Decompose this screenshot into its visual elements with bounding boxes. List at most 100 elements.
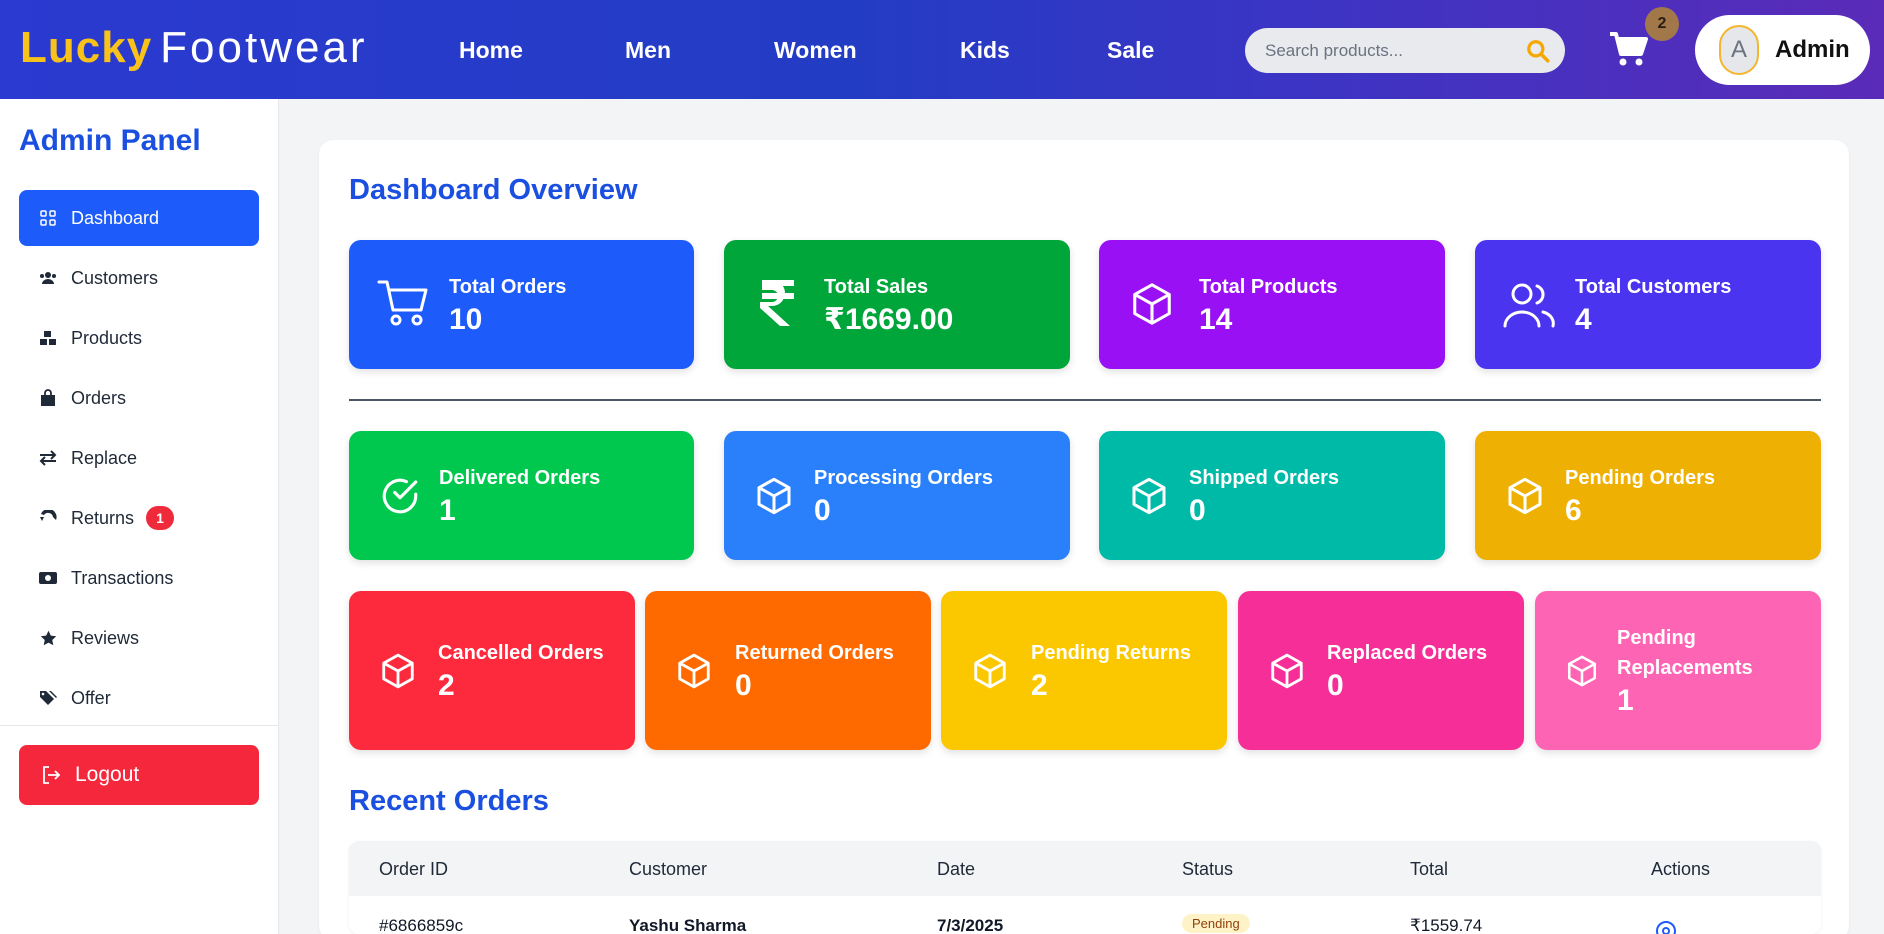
sidebar-item-returns[interactable]: Returns 1 [19,490,259,546]
sidebar-item-customers[interactable]: Customers [19,250,259,306]
recent-orders-title: Recent Orders [349,785,549,817]
sidebar-item-label: Dashboard [71,207,160,228]
sidebar-item-orders[interactable]: Orders [19,370,259,426]
nav-home[interactable]: Home [459,37,523,64]
sidebar-item-replace[interactable]: Replace [19,430,259,486]
sidebar-item-offer[interactable]: Offer [19,670,259,726]
sidebar-item-dashboard[interactable]: Dashboard [19,190,259,246]
column-header[interactable]: Status [1182,859,1233,880]
brand-word-footwear: Footwear [160,23,368,72]
sidebar-item-label: Products [71,327,143,348]
return-icon [39,509,57,527]
brand-logo[interactable]: Lucky Footwear [20,26,368,70]
nav-kids[interactable]: Kids [960,37,1010,64]
box-icon [1505,475,1545,517]
stat-label: Total Orders [449,276,567,298]
stat-card-returned-orders[interactable]: Returned Orders 0 [645,591,931,750]
logout-icon [41,765,61,785]
page-title: Dashboard Overview [349,174,638,206]
tags-icon [39,689,57,707]
stat-label: Total Products [1199,276,1338,298]
sidebar-item-reviews[interactable]: Reviews [19,610,259,666]
stat-label: Returned Orders [735,642,894,664]
column-header[interactable]: Total [1410,859,1448,880]
status-badge: Pending [1182,914,1250,933]
stat-label: Total Sales [824,276,929,298]
stat-card-pending-returns[interactable]: Pending Returns 2 [941,591,1227,750]
logout-label: Logout [75,763,140,786]
stat-card-replaced-orders[interactable]: Replaced Orders 0 [1238,591,1524,750]
column-header[interactable]: Actions [1651,859,1710,880]
stat-value: 14 [1199,303,1233,336]
stat-value: 6 [1565,494,1582,527]
sidebar-item-label: Replace [71,447,138,468]
total-cell: ₹1559.74 [1410,916,1483,934]
column-header[interactable]: Order ID [379,859,448,880]
check-circle-icon [379,475,421,517]
section-divider [349,399,1821,401]
stat-card-pending-orders[interactable]: Pending Orders 6 [1475,431,1821,560]
stat-card-total-orders[interactable]: Total Orders 10 [349,240,694,369]
stat-label: Replaced Orders [1327,642,1488,664]
stat-label: Processing Orders [814,467,993,489]
sidebar-item-label: Customers [71,267,159,288]
cart-count-badge: 2 [1645,7,1679,41]
stat-card-processing-orders[interactable]: Processing Orders 0 [724,431,1070,560]
sidebar-item-transactions[interactable]: Transactions [19,550,259,606]
sidebar-title: Admin Panel [19,124,201,157]
customer-cell: Yashu Sharma [629,916,747,934]
stat-value: 0 [1189,494,1206,527]
sidebar-item-products[interactable]: Products [19,310,259,366]
box-icon [1129,280,1175,328]
box-icon [1268,651,1306,691]
stat-card-delivered-orders[interactable]: Delivered Orders 1 [349,431,694,560]
stat-value: 1 [439,494,456,527]
box-icon [971,651,1009,691]
view-icon[interactable] [1655,920,1677,934]
stat-value: 2 [1031,669,1048,702]
cart-icon[interactable] [1608,30,1650,73]
stat-card-total-customers[interactable]: Total Customers 4 [1475,240,1821,369]
boxes-icon [39,329,57,347]
stat-value: 1 [1617,684,1634,717]
column-header[interactable]: Date [937,859,975,880]
stat-card-pending-replacements[interactable]: Pending Replacements 1 [1535,591,1821,750]
search-input[interactable] [1265,40,1515,61]
users-icon [39,269,57,287]
nav-men[interactable]: Men [625,37,671,64]
sidebar-item-label: Returns [71,507,135,528]
stat-value: 4 [1575,303,1592,336]
stat-label: Pending Returns [1031,642,1192,664]
stat-label: Delivered Orders [439,467,601,489]
search-icon[interactable] [1525,38,1551,69]
logout-button[interactable]: Logout [19,745,259,805]
box-icon [1565,653,1599,689]
nav-women[interactable]: Women [774,37,857,64]
recent-orders-table: Order ID Customer Date Status Total Acti… [349,841,1821,934]
table-row[interactable]: #6866859c Yashu Sharma 7/3/2025 Pending … [349,896,1821,934]
sidebar-item-label: Reviews [71,627,140,648]
dashboard-icon [39,209,57,227]
stat-value: 10 [449,303,483,336]
avatar: A [1719,25,1759,75]
user-menu-button[interactable]: A Admin [1695,15,1870,85]
box-icon [379,651,417,691]
stat-card-cancelled-orders[interactable]: Cancelled Orders 2 [349,591,635,750]
sidebar-item-label: Offer [71,687,111,708]
stat-value: 0 [735,669,752,702]
box-icon [754,475,794,517]
stat-card-total-products[interactable]: Total Products 14 [1099,240,1445,369]
table-header: Order ID Customer Date Status Total Acti… [349,841,1821,896]
stat-value: 0 [1327,669,1344,702]
star-icon [39,629,57,647]
stat-card-total-sales[interactable]: Total Sales ₹1669.00 [724,240,1070,369]
sidebar-item-label: Transactions [71,567,174,588]
sidebar-item-label: Orders [71,387,127,408]
stat-label: Shipped Orders [1189,467,1340,489]
order-id-cell: #6866859c [379,916,464,934]
returns-count-badge: 1 [146,506,175,530]
stat-card-shipped-orders[interactable]: Shipped Orders 0 [1099,431,1445,560]
stat-label: Pending Replacements [1617,627,1753,679]
nav-sale[interactable]: Sale [1107,37,1154,64]
column-header[interactable]: Customer [629,859,707,880]
